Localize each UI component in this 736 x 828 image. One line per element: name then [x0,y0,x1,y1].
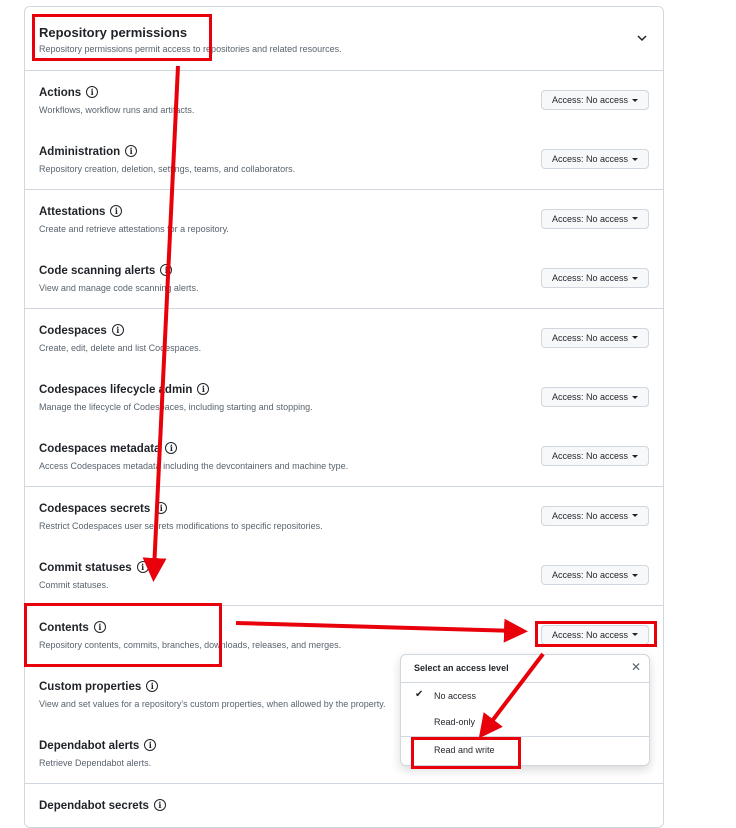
arrow-to-access-button [235,618,528,643]
annotation-arrows [142,65,545,739]
arrow-to-read-write [478,652,545,739]
arrow-to-contents [142,65,180,582]
